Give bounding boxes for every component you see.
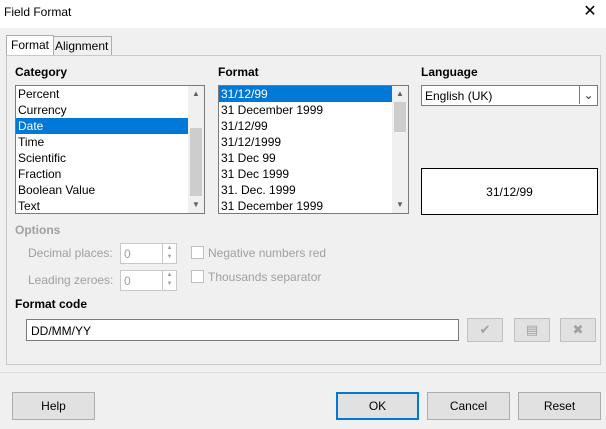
language-value: English (UK): [425, 89, 493, 103]
comment-icon[interactable]: ▤: [514, 318, 550, 342]
window-title: Field Format: [4, 5, 72, 19]
format-list-item[interactable]: 31/12/99: [219, 86, 392, 102]
format-label: Format: [218, 65, 259, 79]
category-list-item[interactable]: Currency: [16, 102, 188, 118]
format-list-item[interactable]: 31 Dec 99: [219, 150, 392, 166]
spin-up-icon[interactable]: ▲: [163, 244, 176, 253]
leading-zeroes-label: Leading zeroes:: [28, 273, 114, 287]
title-bar: [0, 0, 606, 28]
ok-button-label: OK: [368, 399, 387, 413]
options-label: Options: [15, 223, 61, 237]
format-listbox[interactable]: 31/12/99 31 December 1999 31/12/99 31/12/19…: [218, 85, 409, 214]
format-scrollbar[interactable]: ▲ ▼: [392, 86, 408, 213]
format-list-item[interactable]: 31 December 1999: [219, 102, 392, 118]
language-label: Language: [421, 65, 478, 79]
separator: [0, 372, 606, 373]
reset-button-label: Reset: [543, 399, 576, 413]
scroll-thumb[interactable]: [394, 102, 406, 132]
spin-down-icon[interactable]: ▼: [163, 253, 176, 262]
format-code-input[interactable]: DD/MM/YY: [26, 319, 459, 341]
help-button[interactable]: Help: [12, 392, 95, 420]
leading-zeroes-value: 0: [124, 274, 131, 288]
category-label: Category: [15, 65, 68, 79]
decimal-places-spinner[interactable]: 0 ▲ ▼: [120, 243, 177, 264]
category-scrollbar[interactable]: ▲ ▼: [188, 86, 204, 213]
spin-down-icon[interactable]: ▼: [163, 280, 176, 289]
category-list-item[interactable]: Date: [16, 118, 188, 134]
format-list-item[interactable]: 31/12/99: [219, 118, 392, 134]
scroll-up-icon[interactable]: ▲: [392, 86, 408, 102]
category-list-item[interactable]: Fraction: [16, 166, 188, 182]
tab-format[interactable]: Format: [6, 35, 55, 55]
language-select[interactable]: English (UK) ⌄: [421, 85, 598, 106]
chevron-down-icon[interactable]: ⌄: [579, 86, 597, 104]
negative-red-checkbox[interactable]: [191, 246, 204, 259]
scroll-thumb[interactable]: [190, 128, 202, 196]
scroll-up-icon[interactable]: ▲: [188, 86, 204, 102]
format-list-item[interactable]: 31. Dec. 1999: [219, 182, 392, 198]
format-preview: 31/12/99: [421, 168, 598, 215]
negative-red-label: Negative numbers red: [208, 246, 327, 260]
category-list-item[interactable]: Scientific: [16, 150, 188, 166]
category-listbox[interactable]: Percent Currency Date Time Scientific Fractio…: [15, 85, 205, 214]
check-icon[interactable]: ✔: [467, 318, 503, 342]
leading-zeroes-spinner[interactable]: 0 ▲ ▼: [120, 270, 177, 291]
category-list-item[interactable]: Time: [16, 134, 188, 150]
preview-text: 31/12/99: [486, 185, 533, 199]
category-list-item[interactable]: Text: [16, 198, 188, 213]
help-button-label: Help: [41, 399, 66, 413]
close-icon[interactable]: ✕: [580, 2, 600, 22]
format-code-label: Format code: [15, 297, 88, 311]
scroll-down-icon[interactable]: ▼: [392, 197, 408, 213]
cancel-button-label: Cancel: [449, 399, 488, 413]
ok-button[interactable]: OK: [336, 392, 419, 420]
spin-up-icon[interactable]: ▲: [163, 271, 176, 280]
cancel-button[interactable]: Cancel: [427, 392, 510, 420]
category-list-item[interactable]: Boolean Value: [16, 182, 188, 198]
category-list-item[interactable]: Percent: [16, 86, 188, 102]
decimal-places-label: Decimal places:: [28, 246, 113, 260]
thousands-separator-label: Thousands separator: [208, 270, 322, 284]
scroll-down-icon[interactable]: ▼: [188, 197, 204, 213]
format-list-item[interactable]: 31 Dec 1999: [219, 166, 392, 182]
reset-button[interactable]: Reset: [518, 392, 601, 420]
format-list-item[interactable]: 31/12/1999: [219, 134, 392, 150]
thousands-separator-checkbox[interactable]: [191, 270, 204, 283]
format-list-item[interactable]: 31 December 1999: [219, 198, 392, 213]
tab-alignment[interactable]: Alignment: [50, 36, 112, 55]
delete-icon[interactable]: ✖: [560, 318, 596, 342]
decimal-places-value: 0: [124, 247, 131, 261]
